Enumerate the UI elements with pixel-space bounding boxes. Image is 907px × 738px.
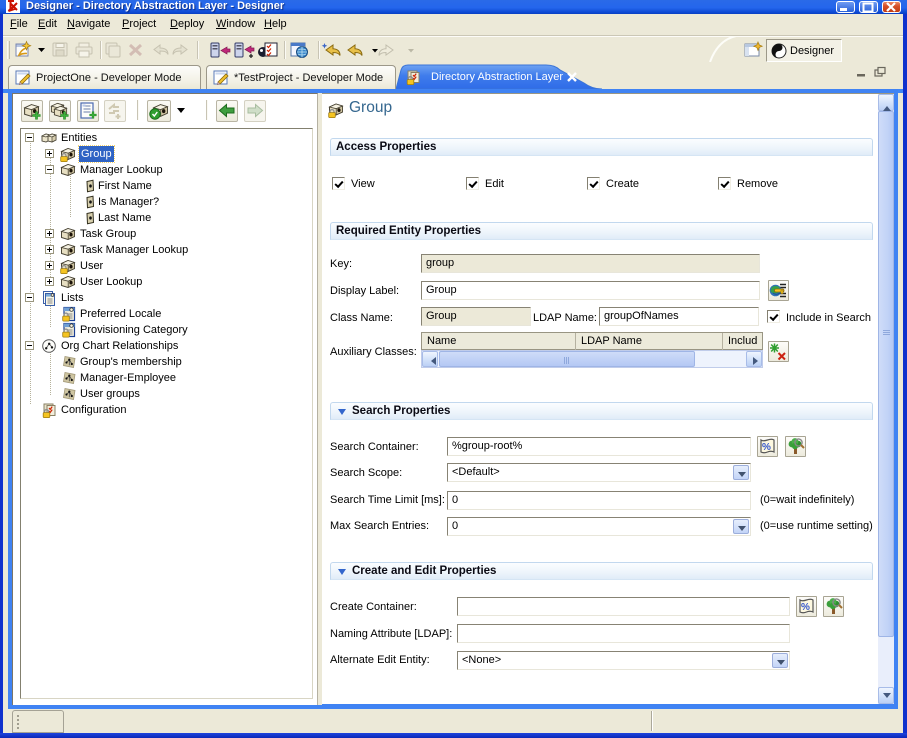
svg-text:%: % (762, 442, 771, 453)
svg-text:%: % (801, 602, 810, 613)
